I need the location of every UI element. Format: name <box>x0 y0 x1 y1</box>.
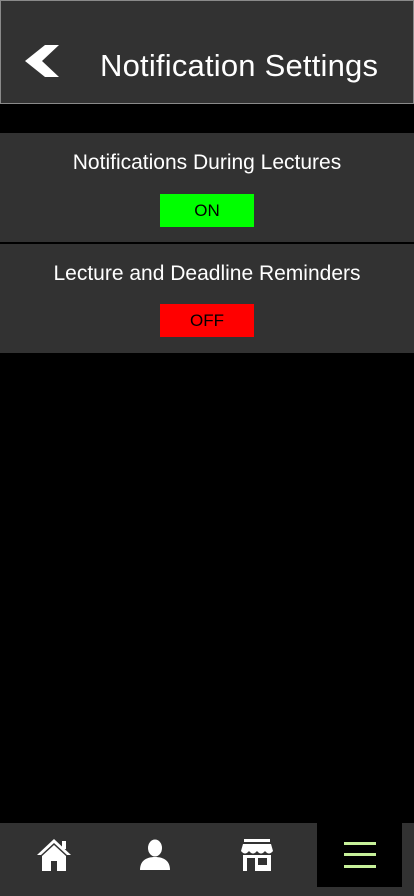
setting-row-notifications-during-lectures: Notifications During Lectures ON <box>0 133 414 242</box>
nav-home-button[interactable] <box>14 823 94 887</box>
setting-label: Lecture and Deadline Reminders <box>53 262 361 285</box>
profile-icon <box>140 839 170 870</box>
app-header: Notification Settings <box>0 0 414 104</box>
nav-menu-button[interactable] <box>317 823 402 887</box>
store-icon <box>241 839 273 871</box>
page-title: Notification Settings <box>100 48 379 83</box>
notification-settings-screen: Notification Settings Notifications Duri… <box>0 0 414 896</box>
setting-label: Notifications During Lectures <box>72 151 342 174</box>
home-icon <box>37 839 71 871</box>
chevron-left-icon <box>25 45 59 77</box>
toggle-lecture-deadline-reminders[interactable]: OFF <box>160 304 254 337</box>
setting-row-lecture-deadline-reminders: Lecture and Deadline Reminders OFF <box>0 244 414 353</box>
toggle-notifications-during-lectures[interactable]: ON <box>160 194 254 227</box>
menu-icon <box>343 842 376 868</box>
bottom-nav <box>0 823 414 896</box>
back-button[interactable] <box>19 37 67 85</box>
nav-profile-button[interactable] <box>115 823 195 887</box>
nav-store-button[interactable] <box>217 823 297 887</box>
